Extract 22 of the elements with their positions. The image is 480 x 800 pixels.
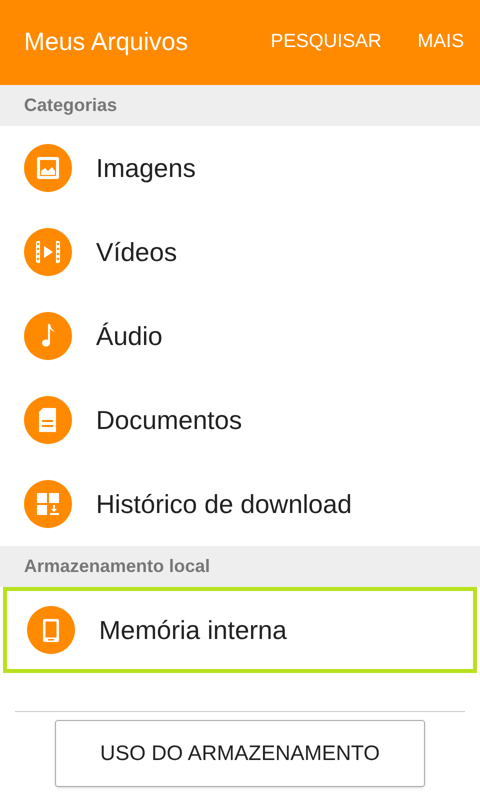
film-icon	[24, 228, 72, 276]
item-label: Imagens	[96, 152, 196, 184]
item-label: Documentos	[96, 404, 242, 436]
list-item[interactable]: Histórico de download	[0, 462, 480, 546]
download-grid-icon	[24, 480, 72, 528]
item-label: Áudio	[96, 320, 162, 352]
section-header: Armazenamento local	[0, 546, 480, 587]
list-item[interactable]: Vídeos	[0, 210, 480, 294]
list-item[interactable]: Áudio	[0, 294, 480, 378]
section-header: Categorias	[0, 85, 480, 126]
list-item[interactable]: Documentos	[0, 378, 480, 462]
list-item[interactable]: Memória interna	[3, 587, 477, 673]
list-item[interactable]: Imagens	[0, 126, 480, 210]
tablet-icon	[27, 606, 75, 654]
document-icon	[24, 396, 72, 444]
item-label: Histórico de download	[96, 488, 352, 520]
item-label: Memória interna	[99, 614, 287, 646]
storage-usage-button[interactable]: USO DO ARMAZENAMENTO	[55, 720, 425, 787]
image-icon	[24, 144, 72, 192]
music-note-icon	[24, 312, 72, 360]
item-label: Vídeos	[96, 236, 177, 268]
app-title: Meus Arquivos	[24, 26, 189, 58]
